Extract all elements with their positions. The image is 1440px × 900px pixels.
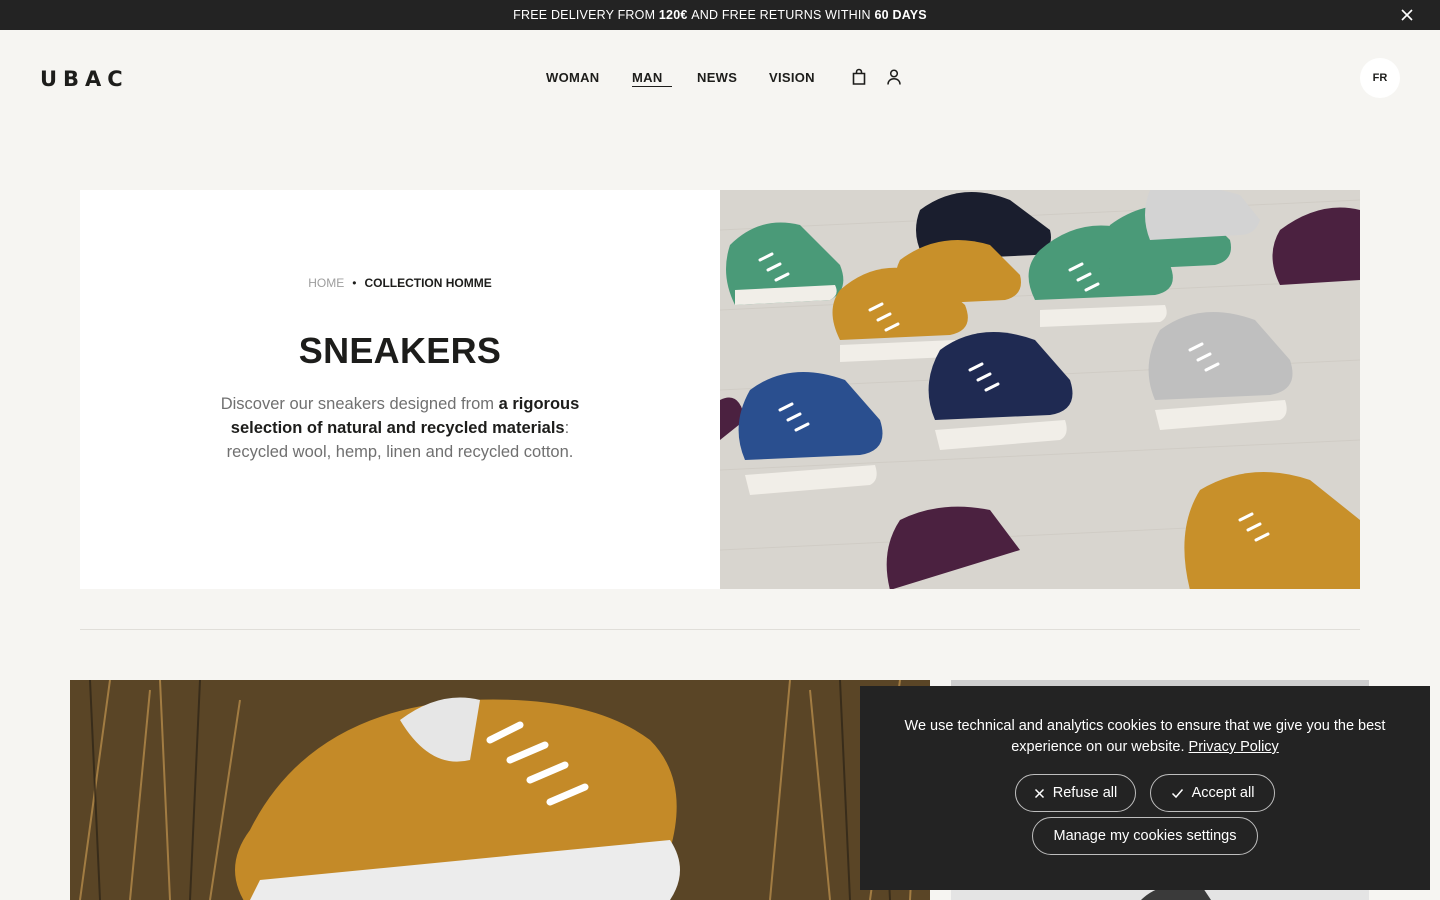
breadcrumb: HOME • COLLECTION HOMME — [80, 276, 720, 290]
close-icon — [1034, 788, 1044, 798]
product-card-image[interactable] — [70, 680, 930, 900]
sneakers-photo-illustration — [720, 190, 1360, 589]
announcement-amount: 120€ — [658, 8, 688, 22]
page-title: SNEAKERS — [298, 330, 502, 371]
sneaker-in-grass-image — [70, 680, 930, 900]
announcement-bar: FREE DELIVERY FROM 120€ AND FREE RETURNS… — [0, 0, 1440, 30]
refuse-all-label: Refuse all — [1052, 785, 1118, 801]
sneakers-collection-image — [720, 190, 1360, 589]
nav-item-news[interactable]: NEWS — [697, 70, 747, 85]
nav-item-vision[interactable]: VISION — [769, 70, 829, 85]
breadcrumb-current: COLLECTION HOMME — [364, 276, 492, 290]
announcement-days: 60 DAYS — [874, 8, 927, 22]
manage-cookies-button[interactable]: Manage my cookies settings — [1032, 817, 1258, 855]
breadcrumb-home[interactable]: HOME — [308, 276, 344, 290]
collection-description: Discover our sneakers designed from a ri… — [210, 392, 590, 464]
section-divider — [80, 629, 1360, 630]
accept-all-label: Accept all — [1191, 785, 1255, 801]
accept-all-button[interactable]: Accept all — [1150, 774, 1275, 812]
collection-hero: HOME • COLLECTION HOMME SNEAKERS Discover … — [80, 190, 1360, 589]
announcement-prefix: FREE DELIVERY FROM — [513, 8, 656, 22]
announcement-middle: AND FREE RETURNS WITHIN — [691, 8, 871, 22]
checkmark-icon — [1171, 788, 1183, 798]
cookie-text: We use technical and analytics cookies t… — [904, 718, 1386, 755]
cookie-message: We use technical and analytics cookies t… — [890, 716, 1400, 758]
user-account-icon[interactable] — [886, 68, 902, 86]
nav-item-woman[interactable]: WOMAN — [546, 70, 606, 85]
brand-logo[interactable]: UBAC — [40, 67, 129, 91]
close-icon[interactable] — [1400, 8, 1414, 22]
language-switcher[interactable]: FR — [1360, 58, 1400, 98]
hero-text-panel: HOME • COLLECTION HOMME SNEAKERS Discover … — [80, 190, 720, 589]
nav-item-man[interactable]: MAN — [632, 70, 672, 87]
shopping-bag-icon[interactable] — [851, 68, 867, 86]
cookie-consent-banner: We use technical and analytics cookies t… — [860, 686, 1430, 890]
refuse-all-button[interactable]: Refuse all — [1015, 774, 1136, 812]
breadcrumb-separator: • — [352, 276, 357, 290]
privacy-policy-link[interactable]: Privacy Policy — [1189, 739, 1279, 755]
description-lead: Discover our sneakers designed from — [220, 395, 499, 413]
